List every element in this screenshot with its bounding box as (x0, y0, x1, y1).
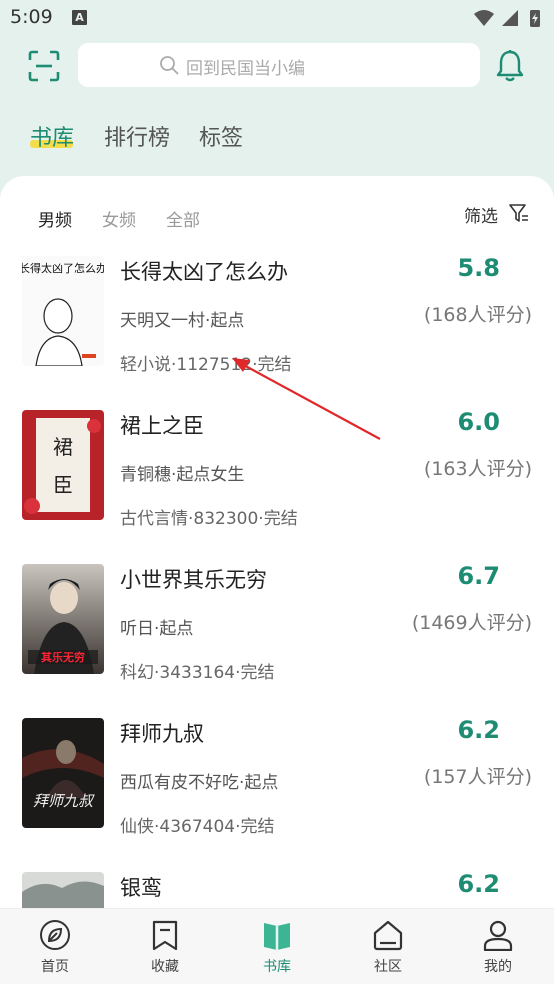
book-row[interactable]: 拜师九叔 拜师九叔 西瓜有皮不好吃·起点 仙侠·4367404·完结 6.2 (… (0, 716, 554, 868)
svg-text:其乐无穷: 其乐无穷 (41, 650, 85, 664)
nav-label: 书库 (263, 959, 291, 975)
status-bar: 5:09 A (0, 0, 554, 36)
book-raters: (163人评分) (423, 458, 532, 480)
book-score: 6.2 (457, 716, 500, 744)
book-author: 西瓜有皮不好吃·起点 (120, 773, 279, 793)
book-cover: 其乐无穷 (22, 564, 104, 674)
tab-female[interactable]: 女频 (102, 206, 136, 231)
signal-icon (502, 10, 518, 26)
tab-library[interactable]: 书库 (30, 120, 74, 152)
book-title: 小世界其乐无穷 (120, 568, 267, 592)
book-meta: 轻小说·1127512·完结 (120, 355, 292, 375)
filter-button[interactable]: 筛选 (464, 202, 498, 227)
book-cover: 裙 臣 (22, 410, 104, 520)
book-meta: 仙侠·4367404·完结 (120, 817, 275, 837)
book-library-icon (264, 923, 290, 950)
book-title: 银鸾 (120, 876, 162, 900)
nav-profile[interactable]: 我的 (443, 909, 553, 984)
nav-label: 收藏 (151, 959, 179, 975)
book-row[interactable]: 裙 臣 裙上之臣 青铜穗·起点女生 古代言情·832300·完结 6.0 (16… (0, 408, 554, 560)
notification-a-icon: A (72, 10, 87, 25)
book-author: 天明又一村·起点 (120, 311, 245, 331)
book-list-card: 男频 女频 全部 筛选 长得太凶了怎么办 长得太凶了怎么办 天明又一村·起点 轻… (0, 176, 554, 916)
book-cover: 拜师九叔 (22, 718, 104, 828)
book-score: 6.7 (457, 562, 500, 590)
svg-text:拜师九叔: 拜师九叔 (33, 792, 95, 810)
bottom-nav: 首页 收藏 书库 社区 我的 (0, 908, 554, 984)
search-input[interactable]: 回到民国当小编 (78, 43, 480, 87)
nav-favorites[interactable]: 收藏 (110, 909, 220, 984)
book-title: 长得太凶了怎么办 (120, 260, 288, 284)
scan-icon[interactable] (28, 50, 60, 82)
book-row[interactable]: 长得太凶了怎么办 长得太凶了怎么办 天明又一村·起点 轻小说·1127512·完… (0, 254, 554, 406)
svg-text:臣: 臣 (53, 473, 73, 497)
nav-home[interactable]: 首页 (0, 909, 110, 984)
book-meta: 科幻·3433164·完结 (120, 663, 275, 683)
book-meta: 古代言情·832300·完结 (120, 509, 298, 529)
bell-icon[interactable] (494, 49, 526, 83)
book-author: 听日·起点 (120, 619, 194, 639)
book-raters: (157人评分) (423, 766, 532, 788)
tab-tags[interactable]: 标签 (199, 120, 243, 152)
book-raters: (1469人评分) (411, 612, 532, 634)
book-title: 裙上之臣 (120, 414, 204, 438)
book-score: 6.2 (457, 870, 500, 898)
svg-text:裙: 裙 (53, 435, 73, 459)
nav-community[interactable]: 社区 (333, 909, 443, 984)
book-raters: (168人评分) (423, 304, 532, 326)
tab-male[interactable]: 男频 (38, 206, 72, 231)
book-score: 6.0 (457, 408, 500, 436)
cover-title: 长得太凶了怎么办 (22, 261, 104, 275)
tab-ranking[interactable]: 排行榜 (104, 120, 170, 152)
status-time: 5:09 (10, 6, 53, 28)
book-title: 拜师九叔 (120, 722, 204, 746)
wifi-icon (474, 10, 494, 26)
bookmark-icon (152, 920, 178, 951)
book-score: 5.8 (457, 254, 500, 282)
tab-all[interactable]: 全部 (166, 206, 200, 231)
nav-label: 我的 (484, 959, 512, 975)
nav-label: 首页 (41, 959, 69, 975)
search-placeholder: 回到民国当小编 (186, 59, 305, 79)
search-icon (160, 56, 179, 75)
book-cover: 长得太凶了怎么办 (22, 256, 104, 366)
status-icons (474, 10, 540, 27)
nav-label: 社区 (374, 959, 402, 975)
filter-icon[interactable] (508, 202, 530, 224)
community-house-icon (373, 920, 403, 951)
book-row[interactable]: 其乐无穷 小世界其乐无穷 听日·起点 科幻·3433164·完结 6.7 (14… (0, 562, 554, 714)
person-icon (483, 920, 513, 951)
nav-library[interactable]: 书库 (222, 909, 332, 984)
home-leaf-icon (40, 920, 70, 950)
book-author: 青铜穗·起点女生 (120, 465, 245, 485)
